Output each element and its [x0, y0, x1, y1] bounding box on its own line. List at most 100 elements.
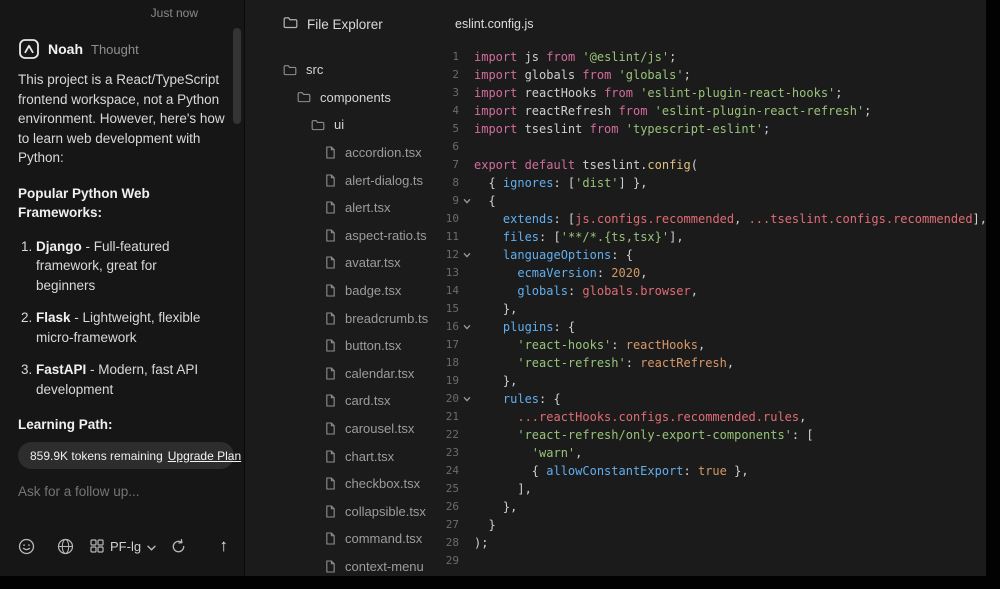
- tree-file-collapsible.tsx[interactable]: collapsible.tsx: [245, 498, 441, 526]
- code-text: rules: {: [474, 390, 561, 408]
- tree-file-card.tsx[interactable]: card.tsx: [245, 387, 441, 415]
- send-button[interactable]: ↑: [220, 536, 233, 556]
- file-icon: [325, 146, 336, 159]
- tree-file-alert.tsx[interactable]: alert.tsx: [245, 194, 441, 222]
- tree-file-command.tsx[interactable]: command.tsx: [245, 525, 441, 553]
- upgrade-plan-link[interactable]: Upgrade Plan: [168, 449, 241, 463]
- workspace-panel: File Explorer eslint.config.js src compon…: [244, 0, 986, 576]
- framework-name: Django: [36, 239, 82, 254]
- file-icon: [325, 201, 336, 214]
- tree-file-avatar.tsx[interactable]: avatar.tsx: [245, 249, 441, 277]
- chevron-down-icon: [147, 539, 156, 554]
- learning-path-heading: Learning Path:: [18, 417, 230, 432]
- file-icon: [325, 312, 336, 325]
- tree-label: checkbox.tsx: [345, 476, 420, 491]
- chat-toolbar: PF-lg ↑: [18, 536, 232, 556]
- code-line-26: 26 },: [441, 498, 986, 516]
- code-line-18: 18 'react-refresh': reactRefresh,: [441, 354, 986, 372]
- model-selector[interactable]: PF-lg: [90, 539, 156, 554]
- fold-gutter: [459, 156, 474, 174]
- line-number: 9: [441, 192, 459, 210]
- tree-folder-components[interactable]: components: [245, 84, 441, 112]
- fold-gutter: [459, 174, 474, 192]
- code-line-4: 4import reactRefresh from 'eslint-plugin…: [441, 102, 986, 120]
- followup-input[interactable]: [18, 484, 218, 499]
- code-line-10: 10 extends: [js.configs.recommended, ...…: [441, 210, 986, 228]
- code-line-9: 9 {: [441, 192, 986, 210]
- code-line-8: 8 { ignores: ['dist'] },: [441, 174, 986, 192]
- file-icon: [325, 422, 336, 435]
- code-text: {: [474, 192, 496, 210]
- code-text: files: ['**/*.{ts,tsx}'],: [474, 228, 684, 246]
- line-number: 20: [441, 390, 459, 408]
- tree-file-context-menu[interactable]: context-menu: [245, 553, 441, 576]
- tree-label: src: [306, 62, 323, 77]
- code-text: globals: globals.browser,: [474, 282, 698, 300]
- tree-label: chart.tsx: [345, 449, 394, 464]
- thought-toggle[interactable]: Thought: [91, 42, 139, 57]
- tree-file-breadcrumb.ts[interactable]: breadcrumb.ts: [245, 304, 441, 332]
- fold-chevron-icon[interactable]: [459, 192, 474, 210]
- tree-file-button.tsx[interactable]: button.tsx: [245, 332, 441, 360]
- line-number: 15: [441, 300, 459, 318]
- fold-gutter: [459, 408, 474, 426]
- file-icon: [325, 229, 336, 242]
- file-icon: [325, 532, 336, 545]
- line-number: 8: [441, 174, 459, 192]
- tree-file-aspect-ratio.ts[interactable]: aspect-ratio.ts: [245, 222, 441, 250]
- code-line-28: 28);: [441, 534, 986, 552]
- line-number: 17: [441, 336, 459, 354]
- code-line-13: 13 ecmaVersion: 2020,: [441, 264, 986, 282]
- fold-gutter: [459, 264, 474, 282]
- tree-file-calendar.tsx[interactable]: calendar.tsx: [245, 360, 441, 388]
- code-text: },: [474, 300, 517, 318]
- framework-name: Flask: [36, 310, 71, 325]
- file-icon: [325, 256, 336, 269]
- line-number: 22: [441, 426, 459, 444]
- frameworks-list: Django - Full-featured framework, great …: [18, 237, 218, 400]
- line-number: 2: [441, 66, 459, 84]
- code-line-29: 29: [441, 552, 986, 570]
- tree-file-chart.tsx[interactable]: chart.tsx: [245, 442, 441, 470]
- fold-chevron-icon[interactable]: [459, 318, 474, 336]
- line-number: 3: [441, 84, 459, 102]
- code-line-27: 27 }: [441, 516, 986, 534]
- code-line-16: 16 plugins: {: [441, 318, 986, 336]
- file-icon: [325, 450, 336, 463]
- tree-label: ui: [334, 117, 344, 132]
- line-number: 7: [441, 156, 459, 174]
- tree-file-alert-dialog.ts[interactable]: alert-dialog.ts: [245, 166, 441, 194]
- code-text: 'react-hooks': reactHooks,: [474, 336, 705, 354]
- agent-header: Noah Thought: [18, 38, 230, 60]
- file-icon: [325, 505, 336, 518]
- tree-file-carousel.tsx[interactable]: carousel.tsx: [245, 415, 441, 443]
- line-number: 13: [441, 264, 459, 282]
- workspace-header: File Explorer eslint.config.js: [245, 0, 986, 48]
- chat-scrollbar[interactable]: [233, 28, 241, 368]
- regenerate-icon[interactable]: [170, 538, 187, 555]
- tree-file-badge.tsx[interactable]: badge.tsx: [245, 277, 441, 305]
- fold-gutter: [459, 66, 474, 84]
- code-line-19: 19 },: [441, 372, 986, 390]
- fold-gutter: [459, 138, 474, 156]
- tokens-bar: 859.9K tokens remaining Upgrade Plan: [18, 442, 234, 469]
- scrollbar-thumb[interactable]: [233, 28, 241, 124]
- line-number: 28: [441, 534, 459, 552]
- message-timestamp: Just now: [18, 6, 230, 20]
- fold-gutter: [459, 372, 474, 390]
- code-text: ecmaVersion: 2020,: [474, 264, 647, 282]
- tree-file-accordion.tsx[interactable]: accordion.tsx: [245, 139, 441, 167]
- code-text: },: [474, 498, 517, 516]
- tree-folder-ui[interactable]: ui: [245, 111, 441, 139]
- grid-icon: [90, 539, 104, 553]
- tree-file-checkbox.tsx[interactable]: checkbox.tsx: [245, 470, 441, 498]
- fold-chevron-icon[interactable]: [459, 246, 474, 264]
- line-number: 5: [441, 120, 459, 138]
- line-number: 12: [441, 246, 459, 264]
- emoji-icon[interactable]: [18, 538, 35, 555]
- tree-folder-src[interactable]: src: [245, 56, 441, 84]
- code-editor[interactable]: 1import js from '@eslint/js';2import glo…: [441, 48, 986, 576]
- fold-chevron-icon[interactable]: [459, 390, 474, 408]
- tree-label: alert-dialog.ts: [345, 173, 423, 188]
- globe-icon[interactable]: [57, 538, 74, 555]
